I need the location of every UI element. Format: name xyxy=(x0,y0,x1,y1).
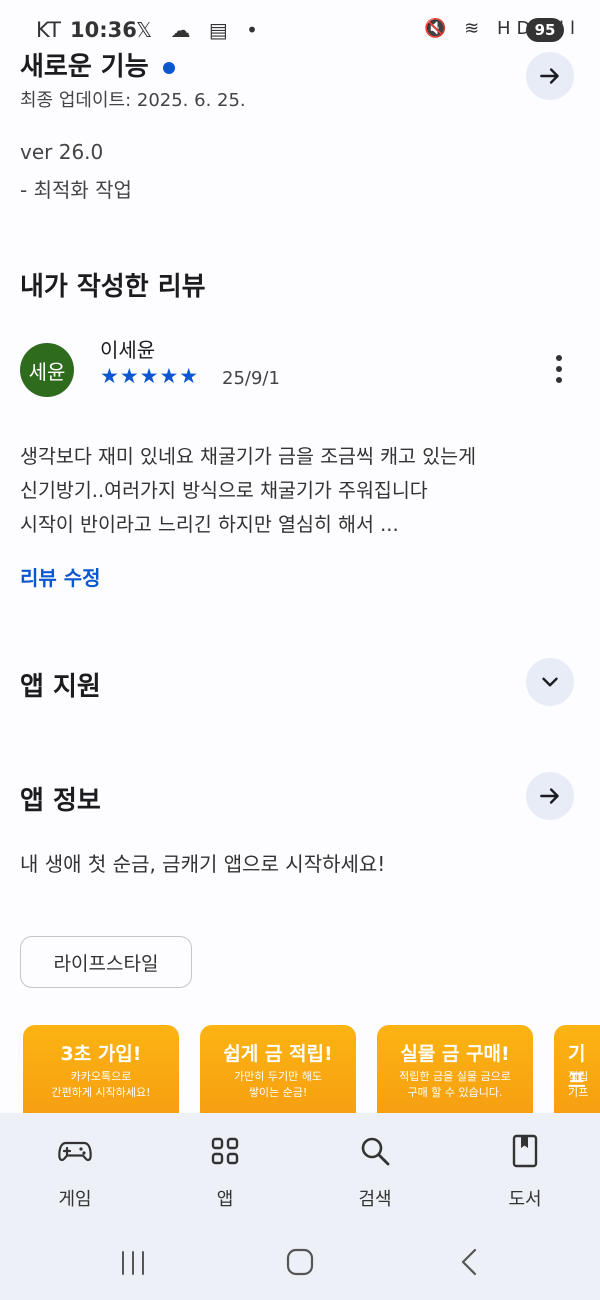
avatar: 세윤 xyxy=(20,343,74,397)
apps-grid-icon xyxy=(211,1137,239,1165)
screenshot-title: 3초 가입! xyxy=(60,1043,142,1065)
screenshot-caption: 가만히 두기만 해도 쌓이는 순금! xyxy=(234,1070,322,1099)
nav-item-search[interactable]: 검색 xyxy=(300,1113,450,1230)
nav-label: 게임 xyxy=(58,1189,92,1210)
whats-new-heading: 새로운 기능 xyxy=(20,46,175,83)
gamepad-icon xyxy=(58,1141,92,1162)
star-rating: ★★★★★ xyxy=(100,364,200,388)
review-text-line: 시작이 반이라고 느리긴 하지만 열심히 해서 ... xyxy=(20,513,399,536)
home-icon[interactable] xyxy=(285,1247,315,1277)
arrow-right-icon xyxy=(540,68,559,84)
book-icon xyxy=(512,1134,538,1168)
nav-item-apps[interactable]: 앱 xyxy=(150,1113,300,1230)
recent-apps-icon[interactable] xyxy=(118,1248,148,1278)
app-info-heading: 앱 정보 xyxy=(20,786,101,816)
back-icon[interactable] xyxy=(455,1247,485,1277)
more-options-icon[interactable] xyxy=(548,352,570,388)
screenshot-caption: 적립한 금을 실물 금으로 구매 할 수 있습니다. xyxy=(399,1070,511,1099)
carrier-label: KT xyxy=(36,18,61,42)
bottom-navigation: 게임 앱 검색 도서 xyxy=(0,1113,600,1230)
nav-item-games[interactable]: 게임 xyxy=(0,1113,150,1230)
screenshot-caption: 카카오톡으로 간편하게 시작하세요! xyxy=(51,1070,151,1099)
app-support-heading: 앱 지원 xyxy=(20,672,101,702)
new-indicator-dot xyxy=(162,61,175,74)
screenshot-caption: 적립 기프 xyxy=(568,1070,589,1099)
version-text: ver 26.0 xyxy=(20,140,104,164)
search-icon xyxy=(361,1137,390,1166)
whats-new-title: 새로운 기능 xyxy=(20,52,149,82)
battery-indicator: 95 xyxy=(526,18,564,42)
nav-label: 검색 xyxy=(358,1189,392,1210)
edit-review-link[interactable]: 리뷰 수정 xyxy=(20,562,101,591)
system-navigation-bar xyxy=(0,1230,600,1300)
reviewer-name: 이세윤 xyxy=(100,338,156,362)
clock: 10:36 xyxy=(70,18,137,42)
my-review-heading: 내가 작성한 리뷰 xyxy=(20,272,206,302)
nav-label: 도서 xyxy=(508,1189,542,1210)
chevron-down-icon xyxy=(542,677,558,687)
nav-item-books[interactable]: 도서 xyxy=(450,1113,600,1230)
app-support-expand-button[interactable] xyxy=(526,658,574,706)
update-note: - 최적화 작업 xyxy=(20,178,132,202)
nav-label: 앱 xyxy=(216,1189,234,1210)
notification-icons: 𝕏 ☁ ▤ • xyxy=(136,18,264,42)
screenshot-title: 실물 금 구매! xyxy=(400,1043,510,1065)
arrow-right-icon xyxy=(540,788,559,804)
app-description: 내 생애 첫 순금, 금캐기 앱으로 시작하세요! xyxy=(20,852,386,876)
app-info-arrow-button[interactable] xyxy=(526,772,574,820)
review-text-line: 신기방기..여러가지 방식으로 채굴기가 주워집니다 xyxy=(20,479,428,502)
last-updated: 최종 업데이트: 2025. 6. 25. xyxy=(20,90,246,111)
review-text-line: 생각보다 재미 있네요 채굴기가 금을 조금씩 캐고 있는게 xyxy=(20,445,477,468)
category-chip[interactable]: 라이프스타일 xyxy=(20,936,192,988)
whats-new-arrow-button[interactable] xyxy=(526,52,574,100)
review-date: 25/9/1 xyxy=(222,368,280,389)
screenshot-title: 쉽게 금 적립! xyxy=(223,1043,333,1065)
